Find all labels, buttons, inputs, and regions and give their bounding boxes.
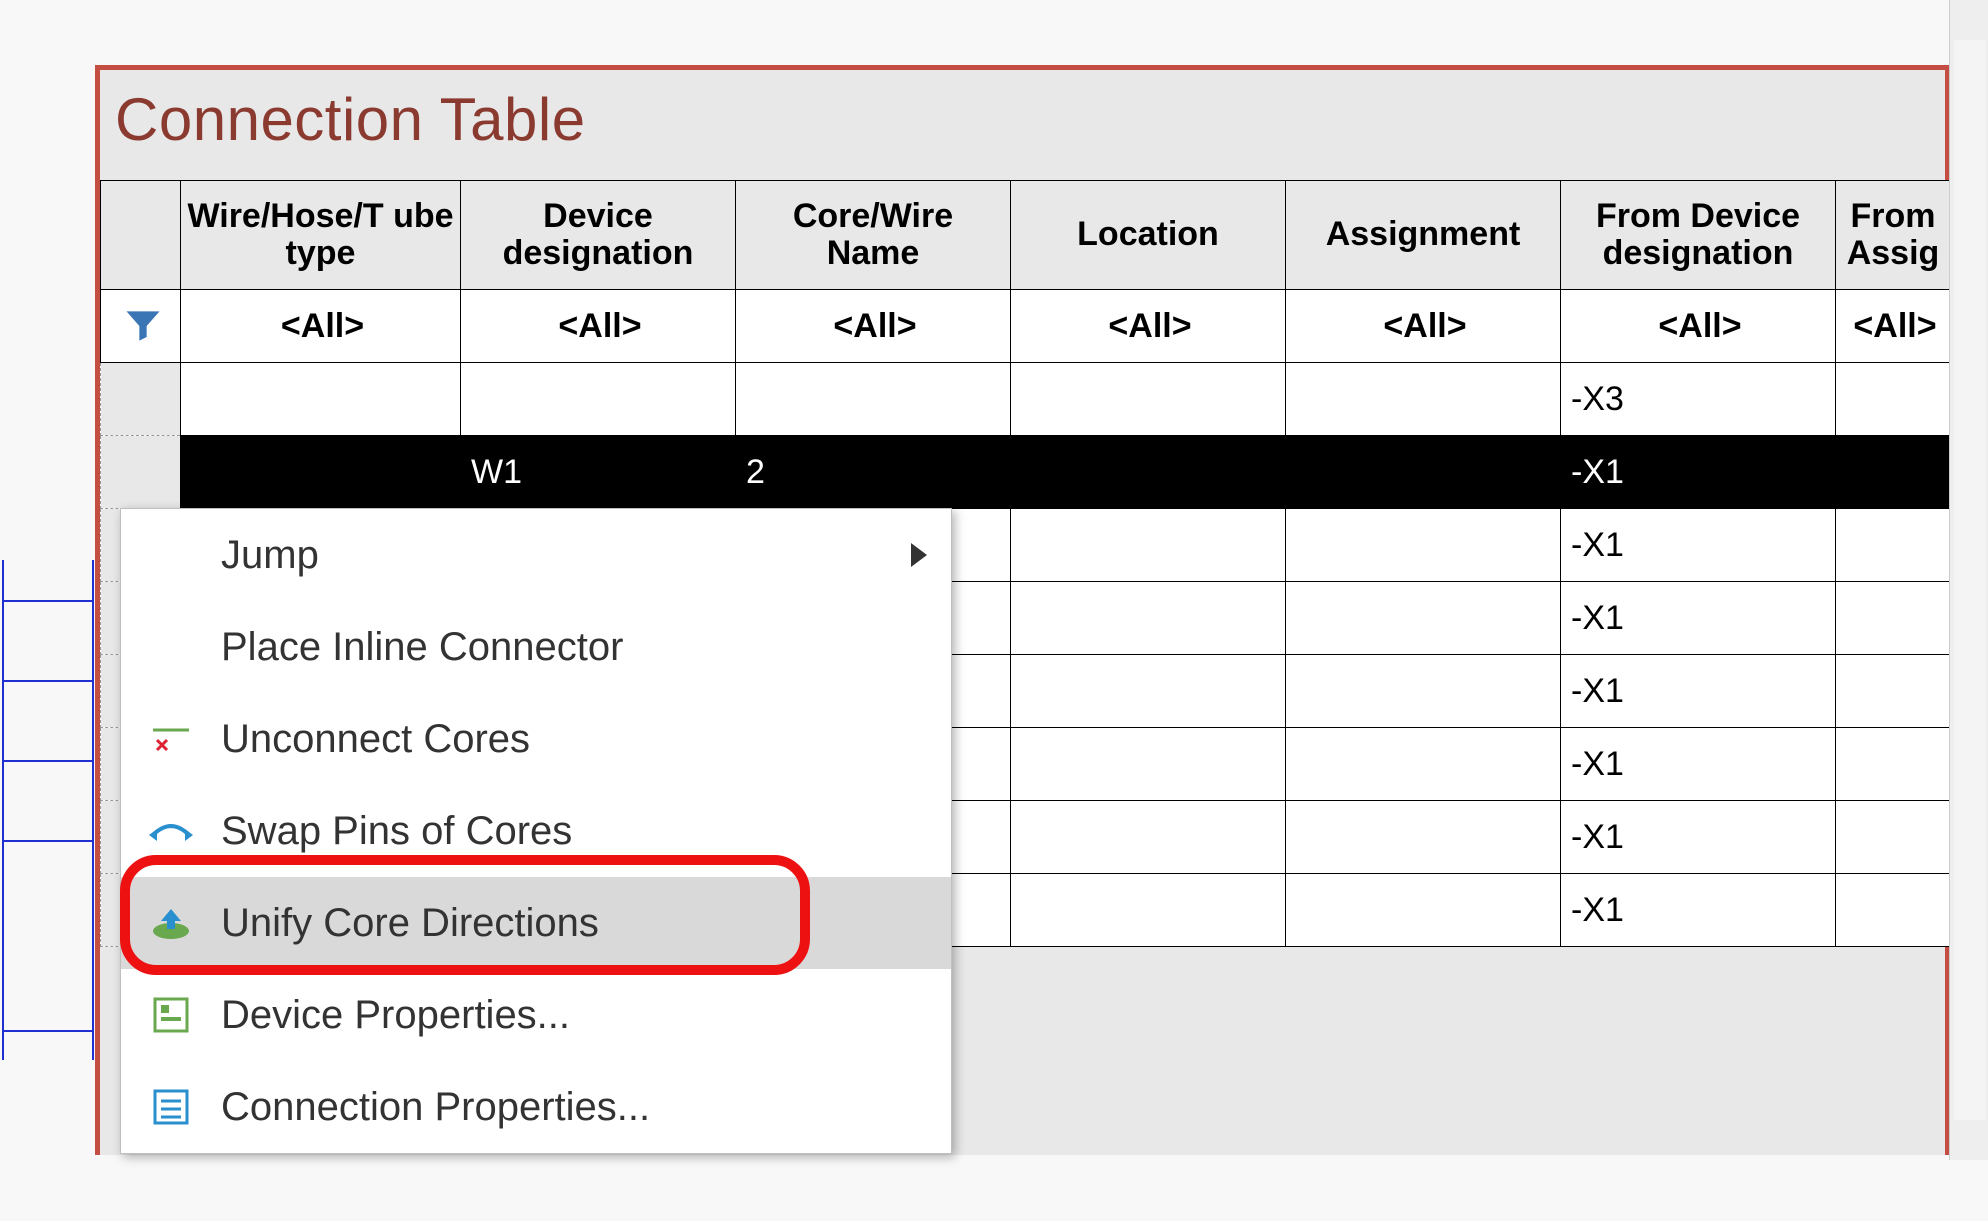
- col-from-assignment[interactable]: From Assig: [1836, 181, 1951, 290]
- cell-wiretype[interactable]: [181, 363, 461, 436]
- cell-assign[interactable]: [1286, 728, 1561, 801]
- cell-location[interactable]: [1011, 582, 1286, 655]
- cell-fromassign[interactable]: [1836, 363, 1951, 436]
- cell-assign[interactable]: [1286, 801, 1561, 874]
- menu-item-label: Place Inline Connector: [221, 625, 951, 670]
- cell-fromdev[interactable]: -X1: [1561, 509, 1836, 582]
- cell-fromdev[interactable]: -X1: [1561, 874, 1836, 947]
- unify-icon: [121, 905, 221, 941]
- filter-icon-cell[interactable]: [101, 290, 181, 363]
- cell-fromdev[interactable]: -X1: [1561, 655, 1836, 728]
- devprop-icon: [121, 995, 221, 1035]
- cell-fromassign[interactable]: [1836, 582, 1951, 655]
- col-from-device-designation[interactable]: From Device designation: [1561, 181, 1836, 290]
- cell-location[interactable]: [1011, 363, 1286, 436]
- filter-fromassign[interactable]: <All>: [1836, 290, 1951, 363]
- menu-item-label: Unify Core Directions: [221, 901, 951, 946]
- filter-assignment[interactable]: <All>: [1286, 290, 1561, 363]
- menu-connection-properties[interactable]: Connection Properties...: [121, 1061, 951, 1153]
- unconnect-icon: [121, 724, 221, 754]
- filter-corename[interactable]: <All>: [736, 290, 1011, 363]
- cell-fromdev[interactable]: -X1: [1561, 436, 1836, 509]
- menu-item-label: Connection Properties...: [221, 1085, 951, 1130]
- menu-jump[interactable]: Jump: [121, 509, 951, 601]
- cell-location[interactable]: [1011, 801, 1286, 874]
- cell-fromdev[interactable]: -X3: [1561, 363, 1836, 436]
- cell-assign[interactable]: [1286, 582, 1561, 655]
- filter-devdes[interactable]: <All>: [461, 290, 736, 363]
- cell-fromassign[interactable]: [1836, 509, 1951, 582]
- col-rownum[interactable]: [101, 181, 181, 290]
- cell-fromassign[interactable]: [1836, 874, 1951, 947]
- cell-location[interactable]: [1011, 436, 1286, 509]
- table-row[interactable]: -X3: [101, 363, 1951, 436]
- cell-fromassign[interactable]: [1836, 655, 1951, 728]
- cell-fromassign[interactable]: [1836, 436, 1951, 509]
- cell-corename[interactable]: 2: [736, 436, 1011, 509]
- col-device-designation[interactable]: Device designation: [461, 181, 736, 290]
- menu-place-inline-connector[interactable]: Place Inline Connector: [121, 601, 951, 693]
- cell-fromdev[interactable]: -X1: [1561, 728, 1836, 801]
- col-assignment[interactable]: Assignment: [1286, 181, 1561, 290]
- cell-devdes[interactable]: W1: [461, 436, 736, 509]
- menu-unify-core-directions[interactable]: Unify Core Directions: [121, 877, 951, 969]
- cell-devdes[interactable]: [461, 363, 736, 436]
- col-location[interactable]: Location: [1011, 181, 1286, 290]
- col-core-wire-name[interactable]: Core/Wire Name: [736, 181, 1011, 290]
- cell-corename[interactable]: [736, 363, 1011, 436]
- filter-wiretype[interactable]: <All>: [181, 290, 461, 363]
- menu-device-properties[interactable]: Device Properties...: [121, 969, 951, 1061]
- row-header-cell[interactable]: [101, 363, 181, 436]
- cell-assign[interactable]: [1286, 655, 1561, 728]
- schematic-ladder: [0, 560, 100, 1060]
- filter-location[interactable]: <All>: [1011, 290, 1286, 363]
- menu-item-label: Swap Pins of Cores: [221, 809, 951, 854]
- cell-wiretype[interactable]: [181, 436, 461, 509]
- menu-item-label: Device Properties...: [221, 993, 951, 1038]
- connprop-icon: [121, 1087, 221, 1127]
- vertical-scrollbar[interactable]: [1949, 0, 1988, 1160]
- cell-location[interactable]: [1011, 728, 1286, 801]
- filter-fromdev[interactable]: <All>: [1561, 290, 1836, 363]
- cell-location[interactable]: [1011, 655, 1286, 728]
- table-row[interactable]: W12 -X1: [101, 436, 1951, 509]
- cell-fromassign[interactable]: [1836, 801, 1951, 874]
- cell-fromdev[interactable]: -X1: [1561, 582, 1836, 655]
- cell-location[interactable]: [1011, 509, 1286, 582]
- cell-assign[interactable]: [1286, 509, 1561, 582]
- swap-icon: [121, 815, 221, 847]
- cell-assign[interactable]: [1286, 363, 1561, 436]
- table-header-row: Wire/Hose/T ube type Device designation …: [101, 181, 1951, 290]
- submenu-arrow-icon: [911, 543, 927, 567]
- cell-assign[interactable]: [1286, 436, 1561, 509]
- funnel-icon: [111, 304, 174, 348]
- menu-item-label: Unconnect Cores: [221, 717, 951, 762]
- cell-fromdev[interactable]: -X1: [1561, 801, 1836, 874]
- filter-row[interactable]: <All> <All> <All> <All> <All> <All> <All…: [101, 290, 1951, 363]
- cell-fromassign[interactable]: [1836, 728, 1951, 801]
- panel-title: Connection Table: [115, 85, 586, 154]
- cell-location[interactable]: [1011, 874, 1286, 947]
- context-menu: Jump Place Inline Connector Unconnect Core…: [120, 508, 952, 1154]
- col-wiretype[interactable]: Wire/Hose/T ube type: [181, 181, 461, 290]
- menu-swap-pins-of-cores[interactable]: Swap Pins of Cores: [121, 785, 951, 877]
- cell-assign[interactable]: [1286, 874, 1561, 947]
- menu-item-label: Jump: [221, 533, 951, 578]
- menu-unconnect-cores[interactable]: Unconnect Cores: [121, 693, 951, 785]
- row-header-cell[interactable]: [101, 436, 181, 509]
